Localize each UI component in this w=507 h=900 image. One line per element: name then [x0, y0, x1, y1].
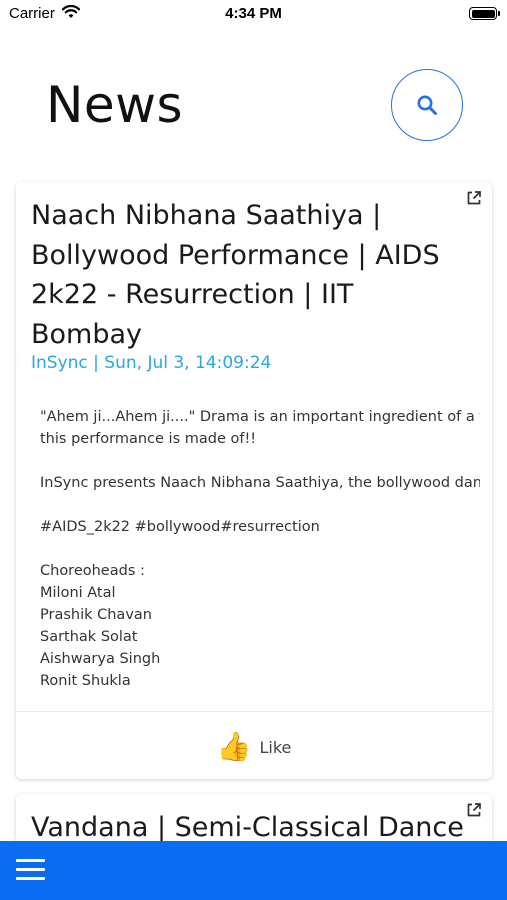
description-line: Miloni Atal [40, 585, 116, 601]
description-line: Choreoheads : [40, 563, 145, 579]
description-line: Sarthak Solat [40, 629, 138, 645]
description-line: Prashik Chavan [40, 607, 152, 623]
search-icon [417, 95, 437, 115]
description-line [40, 450, 480, 472]
news-meta: InSync | Sun, Jul 3, 14:09:24 [31, 353, 272, 373]
battery-icon [469, 7, 500, 20]
description-line: this performance is made of!! [40, 431, 257, 447]
status-bar: Carrier 4:34 PM [0, 0, 507, 28]
thumbs-up-icon: 👍 [216, 730, 252, 763]
bottom-navigation-bar [0, 841, 507, 900]
card-divider [16, 711, 492, 712]
like-label: Like [259, 737, 292, 757]
like-button[interactable]: 👍 Like [16, 727, 492, 767]
description-line: InSync presents Naach Nibhana Saathiya, … [40, 475, 480, 491]
search-button[interactable] [391, 69, 463, 141]
news-card: Naach Nibhana Saathiya | Bollywood Perfo… [16, 182, 492, 779]
description-line: #AIDS_2k22 #bollywood#resurrection [40, 519, 320, 535]
hamburger-menu-icon[interactable] [16, 859, 45, 881]
news-description: "Ahem ji...Ahem ji...." Drama is an impo… [40, 406, 480, 692]
description-line [40, 538, 480, 560]
description-line: Ronit Shukla [40, 673, 131, 689]
description-line [40, 494, 480, 516]
description-line: Aishwarya Singh [40, 651, 161, 667]
description-line: "Ahem ji...Ahem ji...." Drama is an impo… [40, 409, 480, 425]
page-title: News [46, 76, 184, 134]
clock-time: 4:34 PM [225, 5, 282, 22]
news-title[interactable]: Naach Nibhana Saathiya | Bollywood Perfo… [31, 196, 471, 354]
